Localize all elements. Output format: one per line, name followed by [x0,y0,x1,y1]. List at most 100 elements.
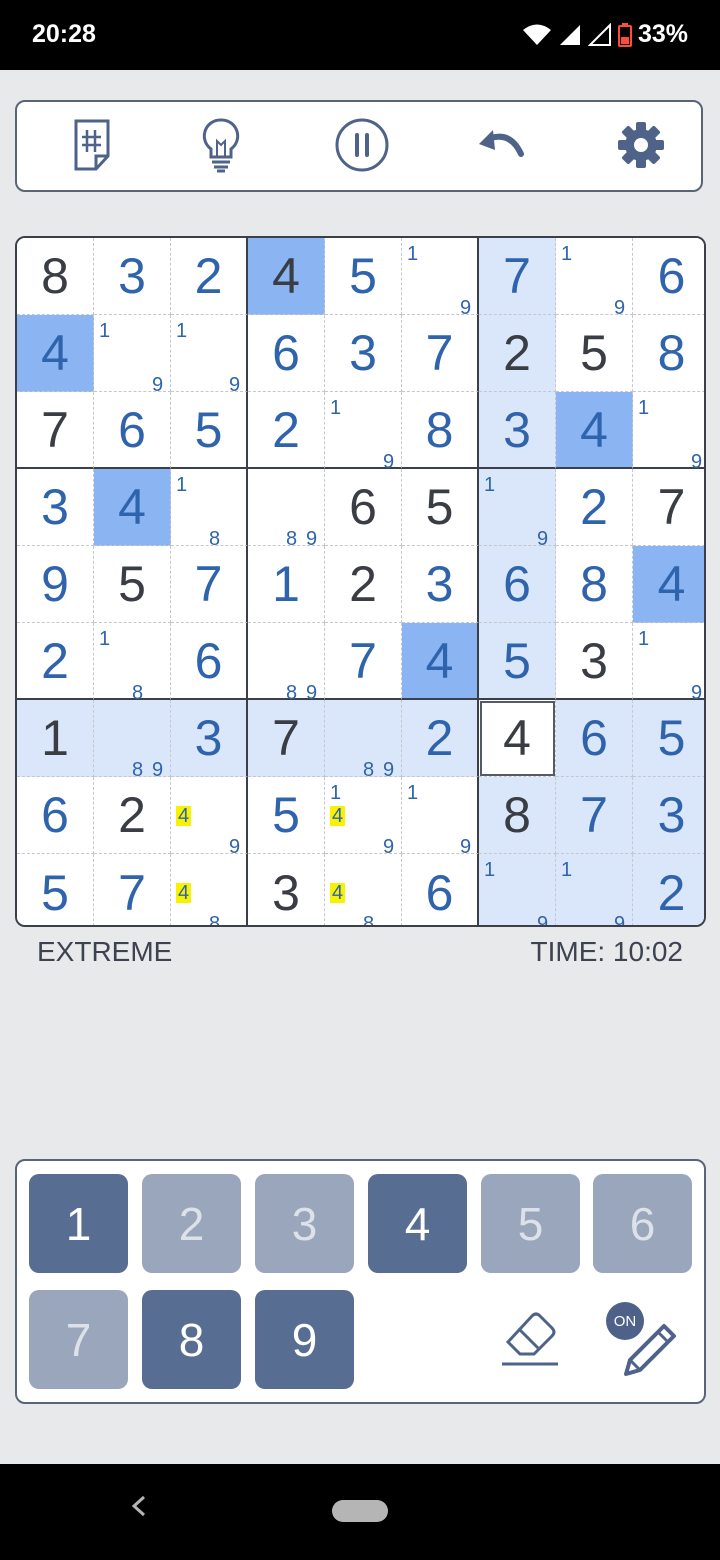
sudoku-cell[interactable]: 19 [633,623,704,703]
sudoku-cell[interactable]: 5 [17,854,94,925]
number-key-1[interactable]: 1 [29,1174,128,1273]
number-key-7[interactable]: 7 [29,1290,128,1389]
sudoku-cell[interactable]: 89 [325,700,402,780]
settings-button[interactable] [610,116,672,178]
sudoku-cell[interactable]: 4 [633,546,704,623]
sudoku-cell[interactable]: 6 [479,546,556,623]
sudoku-cell[interactable]: 8 [17,238,94,315]
notes-button[interactable] [63,116,125,178]
sudoku-cell[interactable]: 7 [556,777,633,854]
sudoku-cell[interactable]: 89 [248,469,325,549]
sudoku-cell[interactable]: 19 [171,315,248,395]
sudoku-cell[interactable]: 19 [402,238,479,318]
sudoku-cell[interactable]: 4 [94,469,171,546]
sudoku-cell[interactable]: 7 [171,546,248,623]
sudoku-cell[interactable]: 5 [171,392,248,469]
sudoku-cell[interactable]: 8 [633,315,704,392]
sudoku-cell[interactable]: 19 [402,777,479,857]
sudoku-cell[interactable]: 19 [479,854,556,925]
sudoku-cell[interactable]: 6 [556,700,633,777]
sudoku-cell[interactable]: 7 [94,854,171,925]
sudoku-cell[interactable]: 18 [94,623,171,703]
sudoku-cell[interactable]: 19 [479,469,556,549]
sudoku-cell[interactable]: 4 [402,623,479,700]
sudoku-cell[interactable]: 8 [556,546,633,623]
sudoku-cell[interactable]: 8 [402,392,479,469]
sudoku-cell[interactable]: 5 [325,238,402,315]
erase-button[interactable] [500,1304,560,1368]
sudoku-cell[interactable]: 3 [248,854,325,925]
cell-value: 5 [657,710,686,766]
sudoku-cell[interactable]: 18 [171,469,248,549]
sudoku-cell[interactable]: 6 [17,777,94,854]
sudoku-cell[interactable]: 2 [479,315,556,392]
sudoku-cell[interactable]: 3 [325,315,402,392]
sudoku-cell[interactable]: 5 [479,623,556,700]
number-key-4[interactable]: 4 [368,1174,467,1273]
sudoku-cell[interactable]: 2 [248,392,325,469]
sudoku-cell[interactable]: 4 [17,315,94,392]
sudoku-cell[interactable]: 9 [17,546,94,623]
back-icon[interactable] [128,1494,150,1523]
sudoku-cell[interactable]: 7 [325,623,402,700]
sudoku-cell[interactable]: 19 [556,854,633,925]
sudoku-cell[interactable]: 3 [171,700,248,777]
sudoku-cell[interactable]: 2 [325,546,402,623]
sudoku-cell[interactable]: 4 [248,238,325,315]
number-key-5[interactable]: 5 [481,1174,580,1273]
sudoku-cell[interactable]: 6 [633,238,704,315]
sudoku-cell[interactable]: 149 [325,777,402,857]
sudoku-cell[interactable]: 8 [479,777,556,854]
sudoku-cell[interactable]: 19 [633,392,704,472]
sudoku-cell[interactable]: 2 [171,238,248,315]
sudoku-cell[interactable]: 6 [402,854,479,925]
sudoku-cell[interactable]: 3 [402,546,479,623]
sudoku-cell[interactable]: 5 [248,777,325,854]
sudoku-cell[interactable]: 7 [402,315,479,392]
sudoku-cell[interactable]: 89 [94,700,171,780]
sudoku-cell[interactable]: 7 [17,392,94,469]
number-key-6[interactable]: 6 [593,1174,692,1273]
sudoku-cell[interactable]: 89 [248,623,325,703]
sudoku-cell[interactable]: 1 [248,546,325,623]
sudoku-cell[interactable]: 5 [402,469,479,546]
sudoku-cell[interactable]: 3 [556,623,633,700]
sudoku-cell[interactable]: 5 [633,700,704,777]
sudoku-cell[interactable]: 3 [479,392,556,469]
sudoku-cell[interactable]: 19 [556,238,633,318]
sudoku-cell[interactable]: 19 [94,315,171,395]
number-key-2[interactable]: 2 [142,1174,241,1273]
sudoku-cell[interactable]: 5 [556,315,633,392]
sudoku-cell[interactable]: 3 [17,469,94,546]
sudoku-cell[interactable]: 7 [633,469,704,546]
sudoku-cell[interactable]: 2 [556,469,633,546]
sudoku-cell[interactable]: 2 [402,700,479,777]
sudoku-cell[interactable]: 6 [325,469,402,546]
sudoku-cell[interactable]: 6 [248,315,325,392]
sudoku-cell[interactable]: 4 [556,392,633,469]
sudoku-cell[interactable]: 3 [633,777,704,854]
sudoku-cell[interactable]: 2 [633,854,704,925]
sudoku-cell[interactable]: 2 [94,777,171,854]
pause-button[interactable] [331,116,393,178]
sudoku-cell[interactable]: 48 [325,854,402,925]
sudoku-cell[interactable]: 48 [171,854,248,925]
undo-button[interactable] [471,116,533,178]
sudoku-cell[interactable]: 6 [171,623,248,700]
sudoku-cell[interactable]: 7 [479,238,556,315]
sudoku-cell[interactable]: 2 [17,623,94,700]
pencil-mode-button[interactable]: ON [606,1302,682,1380]
sudoku-cell[interactable]: 7 [248,700,325,777]
sudoku-cell[interactable]: 5 [94,546,171,623]
hint-button[interactable] [190,116,252,178]
sudoku-cell[interactable]: 6 [94,392,171,469]
sudoku-cell[interactable]: 1 [17,700,94,777]
number-key-9[interactable]: 9 [255,1290,354,1389]
sudoku-cell[interactable]: 49 [171,777,248,857]
sudoku-cell[interactable]: 4 [479,700,556,777]
number-key-8[interactable]: 8 [142,1290,241,1389]
number-key-3[interactable]: 3 [255,1174,354,1273]
sudoku-cell[interactable]: 19 [325,392,402,472]
sudoku-cell[interactable]: 3 [94,238,171,315]
home-pill[interactable] [332,1500,388,1522]
